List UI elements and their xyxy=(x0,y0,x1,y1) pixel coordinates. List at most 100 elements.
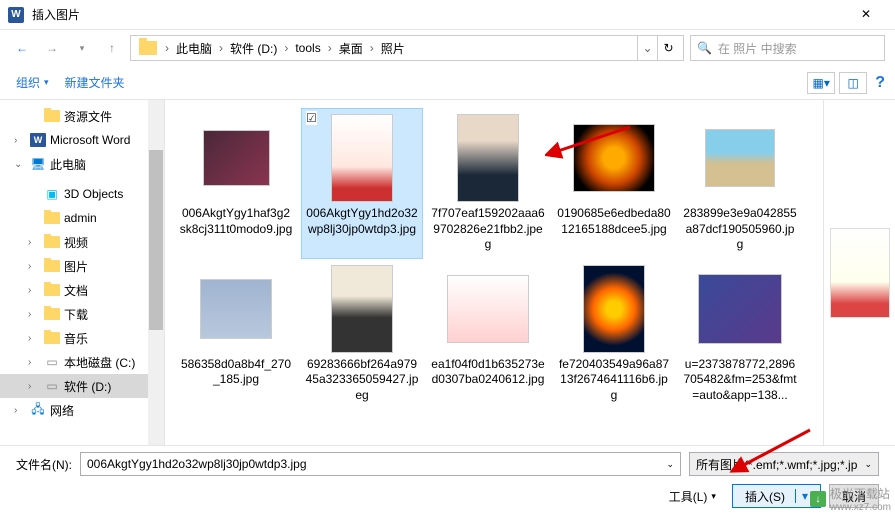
file-label: u=2373878772,2896705482&fm=253&fmt=auto&… xyxy=(683,357,797,404)
search-icon: 🔍 xyxy=(697,41,712,55)
expand-icon[interactable]: ⌄ xyxy=(14,159,26,170)
sidebar-item[interactable]: › 🖧 网络 xyxy=(0,398,164,422)
new-folder-button[interactable]: 新建文件夹 xyxy=(59,70,131,95)
file-label: 69283666bf264a97945a323365059427.jpeg xyxy=(305,357,419,404)
file-item[interactable]: 7f707eaf159202aaa69702826e21fbb2.jpeg xyxy=(427,108,549,259)
view-preview-button[interactable]: ◫ xyxy=(839,72,867,94)
sidebar-item-label: 文档 xyxy=(64,282,88,299)
sidebar-item[interactable]: ›▭本地磁盘 (C:) xyxy=(0,350,164,374)
expand-icon[interactable]: › xyxy=(28,261,40,272)
sidebar-item-label: Microsoft Word xyxy=(50,133,130,147)
expand-icon[interactable]: › xyxy=(28,357,40,368)
sidebar-item-label: 软件 (D:) xyxy=(64,378,111,395)
nav-dropdown-icon[interactable]: ▾ xyxy=(70,36,94,60)
breadcrumb-item[interactable]: 桌面 xyxy=(336,40,366,57)
file-label: 283899e3e9a042855a87dcf190505960.jpg xyxy=(683,206,797,253)
scrollbar-thumb[interactable] xyxy=(149,150,163,330)
breadcrumb-dropdown[interactable]: ⌄ xyxy=(637,36,657,60)
breadcrumb[interactable]: › 此电脑 › 软件 (D:) › tools › 桌面 › 照片 ⌄ ↻ xyxy=(130,35,684,61)
folder-icon xyxy=(44,284,60,296)
view-thumbnails-button[interactable]: ▦▾ xyxy=(807,72,835,94)
filename-input[interactable]: 006AkgtYgy1hd2o32wp8lj30jp0wtdp3.jpg ⌄ xyxy=(80,452,681,476)
scrollbar[interactable] xyxy=(148,100,164,445)
file-item[interactable]: 586358d0a8b4f_270_185.jpg xyxy=(175,259,297,410)
file-item[interactable]: fe720403549a96a8713f2674641116b6.jpg xyxy=(553,259,675,410)
filter-dropdown[interactable]: 所有图片(*.emf;*.wmf;*.jpg;*.jp ⌄ xyxy=(689,452,879,476)
expand-icon[interactable]: › xyxy=(28,285,40,296)
expand-icon[interactable]: › xyxy=(28,237,40,248)
cancel-button[interactable]: 取消 xyxy=(829,484,879,508)
breadcrumb-item[interactable]: 此电脑 xyxy=(173,40,215,57)
sidebar-item-label: 图片 xyxy=(64,258,88,275)
pc-icon: 🖥 xyxy=(30,157,46,171)
file-label: 006AkgtYgy1haf3g2sk8cj311t0modo9.jpg xyxy=(179,206,293,237)
insert-button[interactable]: 插入(S)▾ xyxy=(732,484,821,508)
insert-dropdown[interactable]: ▾ xyxy=(795,489,808,503)
expand-icon[interactable]: › xyxy=(28,333,40,344)
obj3d-icon: ▣ xyxy=(44,187,60,201)
file-label: ea1f04f0d1b635273ed0307ba0240612.jpg xyxy=(431,357,545,388)
file-label: 0190685e6edbeda8012165188dcee5.jpg xyxy=(557,206,671,237)
breadcrumb-item[interactable]: 照片 xyxy=(378,40,408,57)
file-item[interactable]: ea1f04f0d1b635273ed0307ba0240612.jpg xyxy=(427,259,549,410)
sidebar-item[interactable]: › ▭ 软件 (D:) xyxy=(0,374,164,398)
file-thumbnail xyxy=(192,265,280,353)
expand-icon[interactable]: › xyxy=(14,405,26,416)
expand-icon[interactable]: › xyxy=(14,135,26,146)
drive-icon: ▭ xyxy=(44,379,60,393)
sidebar-item[interactable]: ⌄ 🖥 此电脑 xyxy=(0,152,164,176)
file-item[interactable]: 006AkgtYgy1haf3g2sk8cj311t0modo9.jpg xyxy=(175,108,297,259)
search-input[interactable]: 🔍 在 照片 中搜索 xyxy=(690,35,885,61)
nav-up-icon[interactable]: ↑ xyxy=(100,36,124,60)
sidebar-item-label: 音乐 xyxy=(64,330,88,347)
file-grid[interactable]: 006AkgtYgy1haf3g2sk8cj311t0modo9.jpg 006A… xyxy=(165,100,823,445)
expand-icon[interactable]: › xyxy=(28,381,40,392)
sidebar-item[interactable]: › 图片 xyxy=(0,254,164,278)
file-item[interactable]: u=2373878772,2896705482&fm=253&fmt=auto&… xyxy=(679,259,801,410)
sidebar-item[interactable]: ›WMicrosoft Word xyxy=(0,128,164,152)
refresh-icon[interactable]: ↻ xyxy=(657,36,679,60)
sidebar-item[interactable]: › 视频 xyxy=(0,230,164,254)
breadcrumb-item[interactable]: tools xyxy=(292,41,323,55)
sidebar-item[interactable]: 资源文件 xyxy=(0,104,164,128)
drive-icon: ▭ xyxy=(44,355,60,369)
tools-menu[interactable]: 工具(L) ▾ xyxy=(661,486,724,507)
sidebar-item-label: 网络 xyxy=(50,402,74,419)
organize-menu[interactable]: 组织 ▾ xyxy=(10,70,55,95)
file-item[interactable]: 283899e3e9a042855a87dcf190505960.jpg xyxy=(679,108,801,259)
chevron-right-icon: › xyxy=(161,41,173,55)
sidebar-item-label: 此电脑 xyxy=(50,156,86,173)
chevron-right-icon: › xyxy=(324,41,336,55)
filter-text: 所有图片(*.emf;*.wmf;*.jpg;*.jp xyxy=(696,456,857,473)
nav-forward-icon[interactable]: → xyxy=(40,36,64,60)
folder-icon xyxy=(44,332,60,344)
file-item[interactable]: 006AkgtYgy1hd2o32wp8lj30jp0wtdp3.jpg xyxy=(301,108,423,259)
chevron-down-icon: ⌄ xyxy=(864,459,872,470)
file-label: 7f707eaf159202aaa69702826e21fbb2.jpeg xyxy=(431,206,545,253)
file-item[interactable]: 0190685e6edbeda8012165188dcee5.jpg xyxy=(553,108,675,259)
preview-image xyxy=(830,228,890,318)
chevron-down-icon[interactable]: ⌄ xyxy=(666,459,674,470)
nav-back-icon[interactable]: ← xyxy=(10,36,34,60)
net-icon: 🖧 xyxy=(30,403,46,417)
expand-icon[interactable]: › xyxy=(28,309,40,320)
search-placeholder: 在 照片 中搜索 xyxy=(718,40,797,57)
help-icon[interactable]: ? xyxy=(875,74,885,92)
window-title: 插入图片 xyxy=(32,6,845,23)
sidebar-item[interactable]: ▣3D Objects xyxy=(0,182,164,206)
file-thumbnail xyxy=(570,265,658,353)
file-label: 586358d0a8b4f_270_185.jpg xyxy=(179,357,293,388)
close-button[interactable]: ✕ xyxy=(845,0,887,29)
sidebar-item[interactable]: › 文档 xyxy=(0,278,164,302)
breadcrumb-item[interactable]: 软件 (D:) xyxy=(227,40,280,57)
sidebar-item[interactable]: ›下载 xyxy=(0,302,164,326)
file-thumbnail xyxy=(444,114,532,202)
sidebar-item[interactable]: admin xyxy=(0,206,164,230)
sidebar-item-label: 资源文件 xyxy=(64,108,112,125)
toolbar: 组织 ▾ 新建文件夹 ▦▾ ◫ ? xyxy=(0,66,895,100)
bottom-bar: 文件名(N): 006AkgtYgy1hd2o32wp8lj30jp0wtdp3… xyxy=(0,445,895,514)
file-item[interactable]: 69283666bf264a97945a323365059427.jpeg xyxy=(301,259,423,410)
sidebar-item[interactable]: › 音乐 xyxy=(0,326,164,350)
sidebar-item-label: 视频 xyxy=(64,234,88,251)
folder-icon xyxy=(139,41,157,55)
